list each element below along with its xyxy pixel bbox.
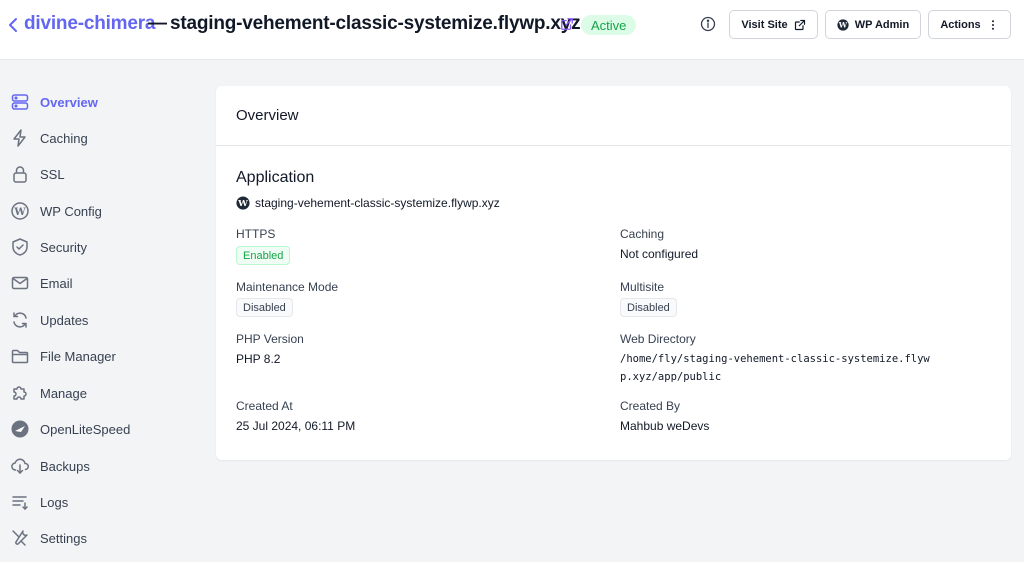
created-at-value: 25 Jul 2024, 06:11 PM bbox=[236, 419, 356, 433]
sidebar-item-openlitespeed[interactable]: OpenLiteSpeed bbox=[10, 417, 130, 441]
overview-card: Overview Application W staging-vehement-… bbox=[216, 86, 1011, 460]
site-name-link[interactable]: divine-chimera bbox=[24, 13, 156, 35]
php-version-value: PHP 8.2 bbox=[236, 352, 281, 366]
more-vertical-icon bbox=[991, 19, 994, 30]
cloud-download-icon bbox=[11, 458, 29, 474]
lock-icon bbox=[13, 166, 27, 183]
sidebar-item-logs[interactable]: Logs bbox=[10, 490, 68, 514]
sidebar-item-label: Manage bbox=[40, 385, 87, 401]
sidebar-item-settings[interactable]: Settings bbox=[10, 526, 87, 550]
sidebar-item-label: Overview bbox=[40, 94, 98, 110]
section-title: Application bbox=[236, 169, 315, 186]
external-link-icon[interactable] bbox=[560, 17, 574, 31]
back-chevron-icon[interactable] bbox=[6, 16, 20, 34]
external-link-icon bbox=[794, 19, 805, 30]
top-header: divine-chimera — staging-vehement-classi… bbox=[0, 0, 1024, 60]
maintenance-status-badge: Disabled bbox=[236, 298, 293, 317]
sidebar-item-label: Settings bbox=[40, 530, 87, 546]
mail-icon bbox=[11, 276, 29, 290]
sidebar-item-label: Caching bbox=[40, 130, 88, 146]
tools-icon bbox=[12, 530, 28, 546]
https-label: HTTPS bbox=[236, 227, 276, 241]
caching-label: Caching bbox=[620, 227, 665, 241]
sidebar-item-file-manager[interactable]: File Manager bbox=[10, 344, 116, 368]
web-directory-label: Web Directory bbox=[620, 332, 696, 346]
sidebar-item-label: Logs bbox=[40, 494, 69, 510]
sidebar-item-email[interactable]: Email bbox=[10, 271, 73, 295]
sidebar-item-security[interactable]: Security bbox=[10, 235, 87, 259]
title-separator: — bbox=[148, 13, 167, 34]
sidebar-item-backups[interactable]: Backups bbox=[10, 454, 90, 478]
visit-site-label: Visit Site bbox=[741, 18, 788, 31]
https-status-badge: Enabled bbox=[236, 246, 291, 265]
created-by-label: Created By bbox=[620, 399, 681, 413]
actions-label: Actions bbox=[940, 18, 981, 31]
status-badge: Active bbox=[581, 15, 637, 35]
svg-text:W: W bbox=[838, 20, 848, 29]
site-domain-title: staging-vehement-classic-systemize.flywp… bbox=[170, 13, 581, 34]
maintenance-label: Maintenance Mode bbox=[236, 280, 339, 294]
sidebar-nav: Overview Caching SSL W WP Config Securit… bbox=[0, 60, 200, 562]
sidebar-item-label: Backups bbox=[40, 458, 90, 474]
sidebar-item-label: Email bbox=[40, 275, 73, 291]
multisite-label: Multisite bbox=[620, 280, 665, 294]
web-directory-line: p.xyz/app/public bbox=[620, 371, 722, 383]
php-version-label: PHP Version bbox=[236, 332, 304, 346]
card-title: Overview bbox=[216, 86, 1011, 146]
wp-admin-label: WP Admin bbox=[854, 18, 910, 31]
puzzle-icon bbox=[13, 386, 27, 400]
sidebar-item-updates[interactable]: Updates bbox=[10, 308, 88, 332]
sidebar-item-label: SSL bbox=[40, 166, 65, 182]
wordpress-icon: W bbox=[837, 18, 849, 31]
sidebar-item-manage[interactable]: Manage bbox=[10, 381, 87, 405]
multisite-status-badge: Disabled bbox=[620, 298, 677, 317]
list-icon bbox=[12, 496, 28, 511]
web-directory-line: /home/fly/staging-vehement-classic-syste… bbox=[620, 353, 930, 365]
sidebar-item-overview[interactable]: Overview bbox=[10, 90, 98, 114]
sidebar-item-ssl[interactable]: SSL bbox=[10, 162, 65, 186]
folder-icon bbox=[11, 349, 29, 364]
sidebar-item-label: Security bbox=[40, 239, 87, 255]
sidebar-item-label: WP Config bbox=[40, 203, 102, 219]
shield-icon bbox=[12, 238, 28, 256]
sidebar-item-wp-config[interactable]: W WP Config bbox=[10, 199, 102, 223]
sidebar-item-label: File Manager bbox=[40, 348, 116, 364]
info-icon[interactable] bbox=[700, 16, 716, 32]
visit-site-button[interactable]: Visit Site bbox=[729, 10, 818, 39]
svg-text:W: W bbox=[237, 199, 248, 209]
openlitespeed-icon bbox=[11, 420, 29, 438]
svg-text:W: W bbox=[13, 207, 26, 218]
app-domain-row: W staging-vehement-classic-systemize.fly… bbox=[236, 196, 500, 210]
created-by-value: Mahbub weDevs bbox=[620, 419, 710, 433]
web-directory-value: /home/fly/staging-vehement-classic-syste… bbox=[620, 350, 940, 386]
server-icon bbox=[11, 94, 29, 110]
sidebar-item-label: OpenLiteSpeed bbox=[40, 421, 131, 437]
wp-admin-button[interactable]: W WP Admin bbox=[825, 10, 921, 39]
sidebar-item-label: Updates bbox=[40, 312, 89, 328]
caching-value: Not configured bbox=[620, 247, 699, 261]
sidebar-item-caching[interactable]: Caching bbox=[10, 126, 88, 150]
wordpress-icon: W bbox=[11, 202, 29, 220]
wordpress-icon: W bbox=[236, 196, 250, 210]
refresh-icon bbox=[13, 312, 27, 328]
app-domain: staging-vehement-classic-systemize.flywp… bbox=[255, 196, 500, 210]
actions-menu-button[interactable]: Actions bbox=[928, 10, 1011, 39]
lightning-icon bbox=[13, 129, 26, 147]
created-at-label: Created At bbox=[236, 399, 293, 413]
